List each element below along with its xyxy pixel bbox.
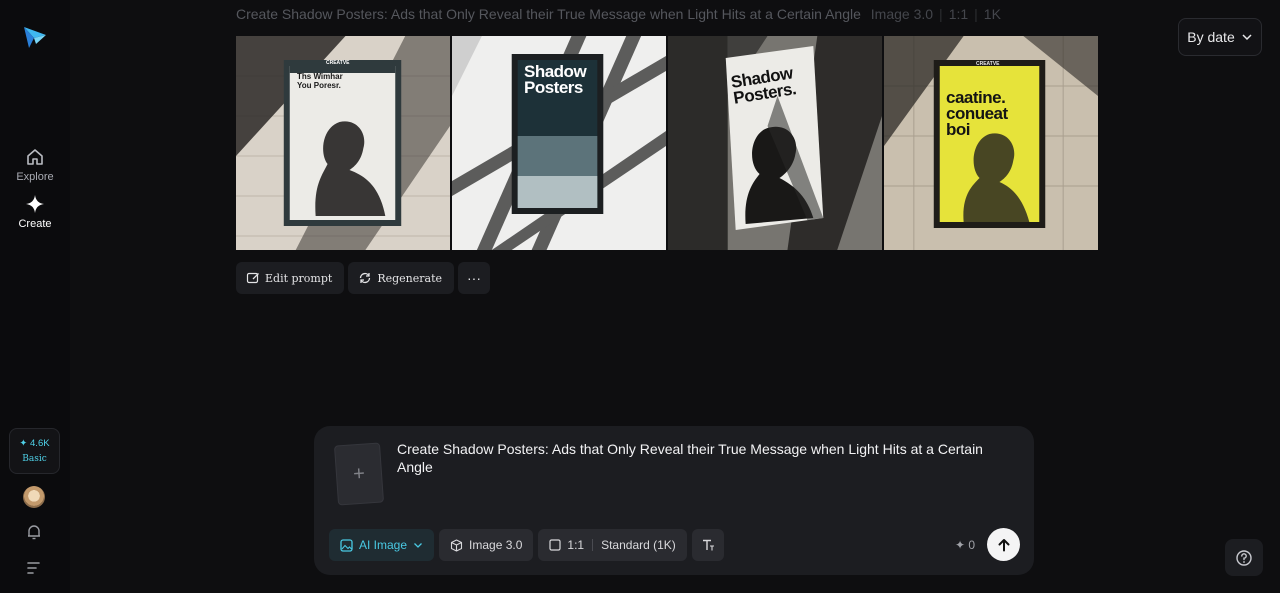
edit-prompt-button[interactable]: Edit prompt <box>236 262 345 294</box>
composer-toolbar: AI Image Image 3.0 1:1 Standard (1K) <box>329 529 724 561</box>
generation-ratio: 1:1 <box>948 6 969 22</box>
nav-create[interactable]: Create <box>0 193 70 230</box>
image-icon <box>340 538 353 552</box>
poster-headline: Ths Wimhar You Poresr. <box>297 72 343 90</box>
arrow-up-icon <box>998 538 1009 551</box>
home-icon <box>27 149 43 165</box>
generated-image-2[interactable]: Shadow Posters <box>452 36 666 250</box>
generated-image-4[interactable]: CREATVE caatine. conueat boi <box>884 36 1098 250</box>
poster-line: boi <box>946 120 970 139</box>
ratio-label: 1:1 <box>567 538 585 552</box>
credit-cost: ✦ 0 <box>955 538 976 552</box>
regenerate-label: Regenerate <box>377 271 443 285</box>
nav-explore-label: Explore <box>16 171 54 183</box>
generation-resolution: 1K <box>983 6 1001 22</box>
sort-dropdown[interactable]: By date <box>1178 18 1262 56</box>
ai-image-mode-dropdown[interactable]: AI Image <box>329 529 435 561</box>
generation-prompt: Create Shadow Posters: Ads that Only Rev… <box>236 6 861 22</box>
poster-line: Posters <box>524 78 583 97</box>
generated-image-1[interactable]: CREATVE Ths Wimhar You Poresr. <box>236 36 450 250</box>
poster-image <box>236 36 450 250</box>
poster-brand: CREATVE <box>326 60 350 66</box>
plan-label: Basic <box>22 454 47 464</box>
prompt-input[interactable]: Create Shadow Posters: Ads that Only Rev… <box>397 440 1007 476</box>
more-options-button[interactable]: ··· <box>458 262 491 294</box>
poster-line: You Poresr. <box>297 81 341 90</box>
menu-icon[interactable] <box>25 559 43 577</box>
help-icon <box>1236 549 1252 566</box>
aspect-ratio-icon <box>549 539 562 551</box>
credits-amount: ✦ 4.6K <box>19 438 50 449</box>
image-actions: Edit prompt Regenerate ··· <box>236 262 491 294</box>
sparkle-icon <box>26 195 44 213</box>
chevron-down-icon <box>414 543 422 548</box>
quality-label: Standard (1K) <box>601 538 676 552</box>
edit-prompt-label: Edit prompt <box>265 271 333 285</box>
ai-image-label: AI Image <box>359 538 408 552</box>
image-gallery: CREATVE Ths Wimhar You Poresr. Shadow Po… <box>236 36 1098 250</box>
ratio-quality-selector[interactable]: 1:1 Standard (1K) <box>538 529 687 561</box>
prompt-composer: + Create Shadow Posters: Ads that Only R… <box>314 426 1034 575</box>
refresh-icon <box>360 272 371 284</box>
chevron-down-icon <box>1242 34 1252 41</box>
model-selector[interactable]: Image 3.0 <box>439 529 534 561</box>
send-button[interactable] <box>987 528 1020 561</box>
generation-model: Image 3.0 <box>870 6 934 22</box>
cube-icon <box>450 538 463 552</box>
more-icon: ··· <box>467 270 482 286</box>
sidebar: Explore Create ✦ 4.6K Basic <box>0 0 70 593</box>
avatar[interactable] <box>23 486 45 508</box>
plus-icon: + <box>352 462 366 485</box>
upload-reference-button[interactable]: + <box>333 442 385 506</box>
meta-separator: | <box>974 6 978 22</box>
generated-image-3[interactable]: Shadow Posters. <box>668 36 882 250</box>
nav-create-label: Create <box>18 218 52 230</box>
poster-headline: Shadow Posters <box>524 63 587 97</box>
credits-badge[interactable]: ✦ 4.6K Basic <box>9 428 60 474</box>
poster-line: Ths Wimhar <box>297 72 343 81</box>
sort-label: By date <box>1187 29 1235 45</box>
generation-title: Create Shadow Posters: Ads that Only Rev… <box>236 6 1001 22</box>
nav-explore[interactable]: Explore <box>0 146 70 183</box>
bell-icon[interactable] <box>25 523 43 541</box>
poster-headline: caatine. conueat boi <box>946 89 1008 139</box>
edit-icon <box>246 272 259 284</box>
poster-image <box>884 36 1098 250</box>
regenerate-button[interactable]: Regenerate <box>348 262 455 294</box>
text-format-icon <box>702 539 714 551</box>
help-button[interactable] <box>1225 539 1263 576</box>
model-label: Image 3.0 <box>469 538 523 552</box>
poster-brand: CREATVE <box>976 61 1000 67</box>
meta-separator: | <box>939 6 943 22</box>
text-style-button[interactable] <box>691 529 724 561</box>
logo-icon[interactable] <box>22 24 48 50</box>
divider <box>592 539 594 551</box>
